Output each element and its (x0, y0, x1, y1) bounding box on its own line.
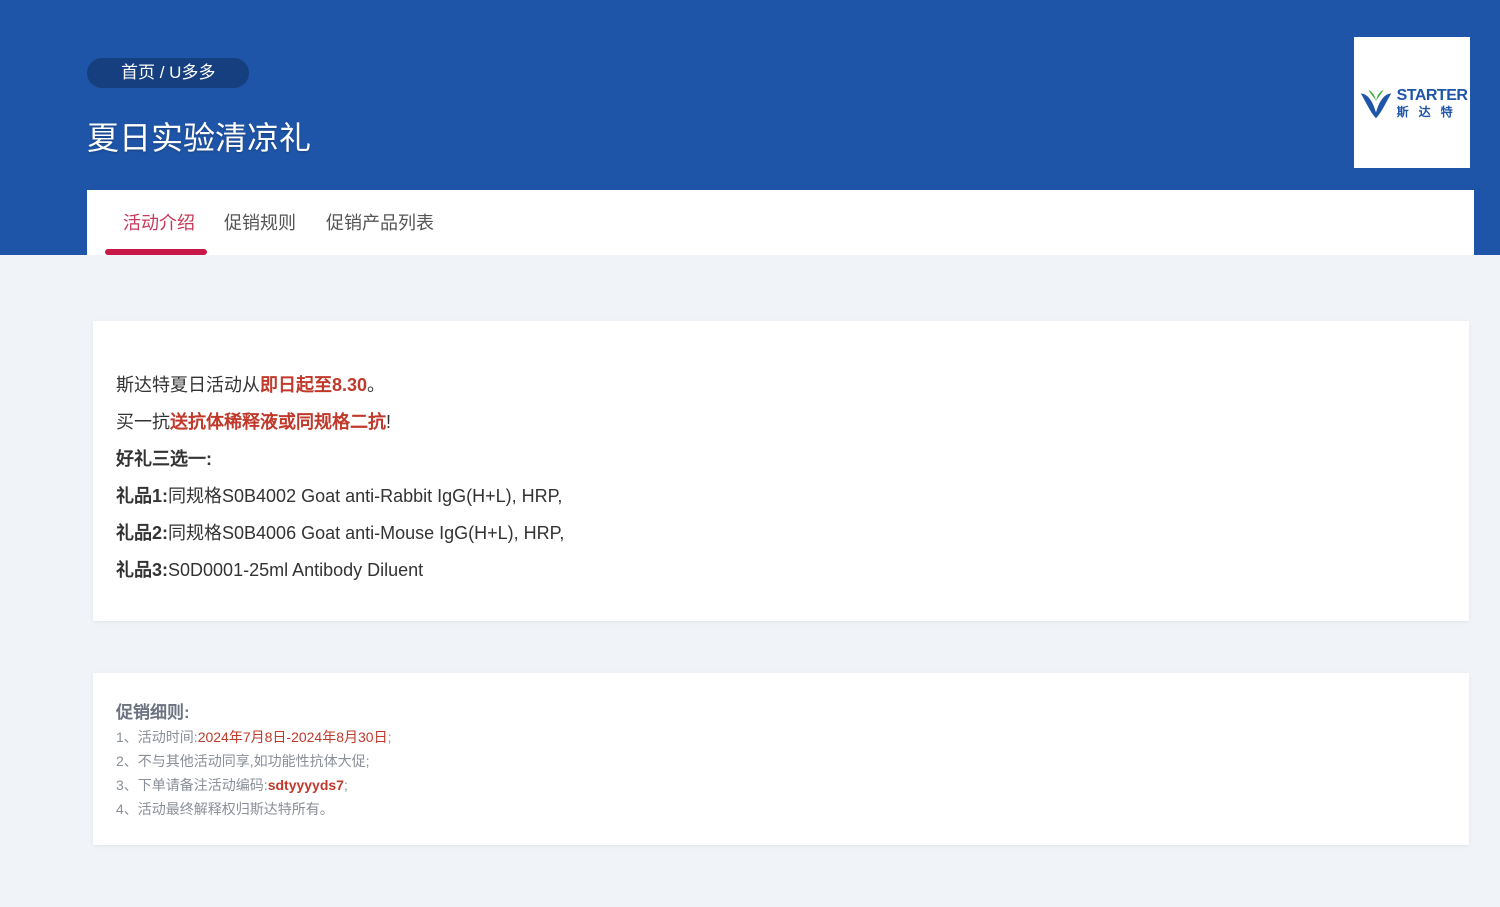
gift-label: 礼品3: (116, 560, 169, 580)
rules-card: 促销细则: 1、活动时间:2024年7月8日-2024年8月30日; 2、不与其… (93, 673, 1469, 845)
gift-text: 同规格S0B4002 Goat anti-Rabbit IgG(H+L), HR… (168, 486, 563, 506)
intro-line-1-suffix: 。 (367, 375, 386, 395)
gift-label: 礼品2: (116, 523, 169, 543)
gift-label: 礼品1: (116, 486, 169, 506)
rule-item: 2、不与其他活动同享,如功能性抗体大促; (116, 753, 370, 769)
rule-suffix: ; (387, 729, 392, 745)
brand-logo: STARTER 斯达特 (1354, 37, 1470, 168)
intro-line-1: 斯达特夏日活动从即日起至8.30。 (116, 367, 1446, 404)
gift-text: S0D0001-25ml Antibody Diluent (168, 560, 424, 580)
intro-line-2-prefix: 买一抗 (116, 412, 170, 432)
intro-line-1-prefix: 斯达特夏日活动从 (116, 375, 260, 395)
intro-line-2-suffix: ! (386, 412, 392, 432)
sprout-logo-icon (1360, 89, 1391, 118)
logo-en-text: STARTER (1396, 86, 1468, 104)
rule-prefix: 3、下单请备注活动编码: (116, 777, 268, 793)
intro-line-2-highlight: 送抗体稀释液或同规格二抗 (170, 412, 386, 432)
rule-item: 1、活动时间:2024年7月8日-2024年8月30日; (116, 725, 1446, 749)
rule-date-range: 2024年7月8日-2024年8月30日 (197, 729, 388, 745)
tab-promo-rules[interactable]: 促销规则 (224, 190, 296, 255)
promo-code: sdtyyyyds7 (267, 777, 344, 793)
rule-item: 3、下单请备注活动编码:sdtyyyyds7; (116, 773, 1446, 797)
gift-item: 礼品3:S0D0001-25ml Antibody Diluent (116, 552, 1446, 589)
rules-title: 促销细则: (116, 703, 190, 722)
gift-item: 礼品1:同规格S0B4002 Goat anti-Rabbit IgG(H+L)… (116, 478, 1446, 515)
tab-bar: 活动介绍 促销规则 促销产品列表 (87, 190, 1474, 255)
logo-cn-text: 斯达特 (1396, 104, 1463, 119)
rule-suffix: ; (343, 777, 348, 793)
tab-promo-products[interactable]: 促销产品列表 (326, 190, 434, 255)
intro-line-1-highlight: 即日起至8.30 (260, 375, 368, 395)
rule-item: 4、活动最终解释权归斯达特所有。 (116, 801, 334, 817)
intro-line-3: 好礼三选一: (116, 449, 212, 469)
gift-text: 同规格S0B4006 Goat anti-Mouse IgG(H+L), HRP… (168, 523, 565, 543)
gift-item: 礼品2:同规格S0B4006 Goat anti-Mouse IgG(H+L),… (116, 515, 1446, 552)
intro-line-2: 买一抗送抗体稀释液或同规格二抗! (116, 404, 1446, 441)
tab-activity-intro[interactable]: 活动介绍 (123, 190, 195, 255)
rule-prefix: 1、活动时间: (116, 729, 198, 745)
intro-card: 斯达特夏日活动从即日起至8.30。 买一抗送抗体稀释液或同规格二抗! 好礼三选一… (93, 321, 1469, 621)
active-tab-indicator (105, 249, 207, 255)
page-title: 夏日实验清凉礼 (87, 120, 312, 156)
breadcrumb[interactable]: 首页 / U多多 (87, 58, 250, 88)
